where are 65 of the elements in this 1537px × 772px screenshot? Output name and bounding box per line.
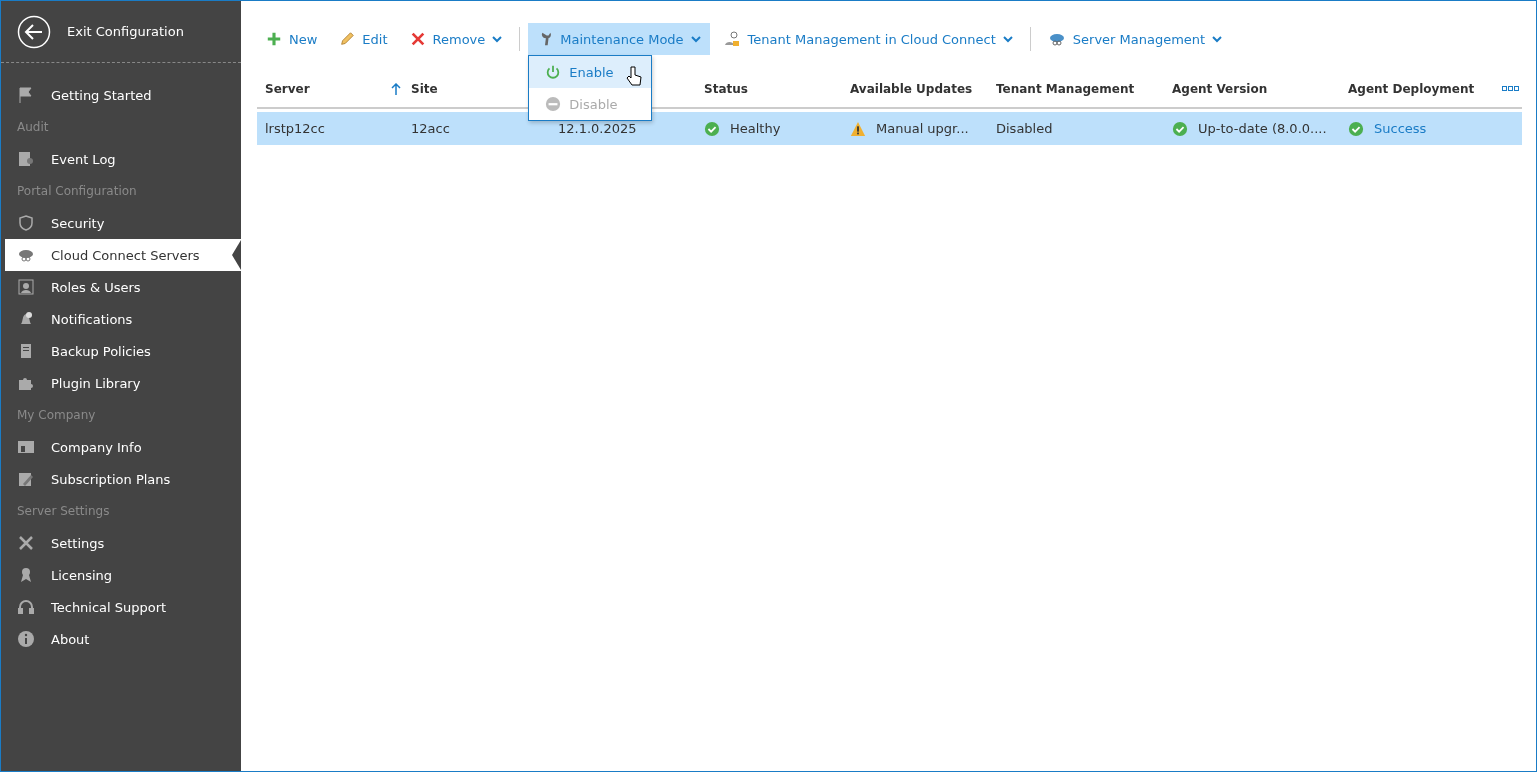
sidebar-item[interactable]: Company Info	[1, 431, 241, 463]
sidebar-item[interactable]: Event Log	[1, 143, 241, 175]
toolbar-button[interactable]: Edit	[330, 23, 397, 55]
minus-circle-icon	[545, 96, 562, 112]
menu-item[interactable]: Enable	[529, 56, 652, 88]
sidebar-item[interactable]: Getting Started	[1, 79, 241, 111]
sidebar-section-heading: Audit	[16, 119, 50, 136]
caret-icon	[492, 35, 503, 43]
pointer-notch-icon	[232, 240, 241, 270]
check-circle-icon	[704, 120, 720, 137]
sort-arrow-icon	[391, 83, 401, 95]
column-header[interactable]: Agent Deployment	[1340, 71, 1522, 107]
toolbar-button[interactable]: Server Management	[1038, 23, 1232, 55]
sidebar-section-heading: Portal Configuration	[16, 183, 138, 200]
warning-icon	[850, 120, 866, 137]
power-icon	[545, 64, 562, 80]
sidebar-section-heading: My Company	[16, 407, 97, 424]
check-circle-icon	[1172, 120, 1188, 137]
column-header[interactable]: Available Updates	[842, 71, 988, 107]
column-header[interactable]: Server	[257, 71, 403, 107]
sidebar-item[interactable]: Licensing	[1, 559, 241, 591]
sidebar-item[interactable]: Security	[1, 207, 241, 239]
table-cell: lrstp12cc	[265, 121, 325, 136]
sidebar-item[interactable]: Technical Support	[1, 591, 241, 623]
table-cell: Healthy	[730, 121, 781, 136]
pencil-icon	[339, 31, 356, 47]
caret-icon	[1212, 35, 1223, 43]
check-circle-icon	[1348, 120, 1364, 137]
user-icon	[17, 278, 35, 296]
pencil-doc-icon	[17, 470, 35, 488]
flag-icon	[17, 86, 35, 104]
hand-cursor-icon	[625, 66, 642, 88]
tools-icon	[17, 534, 35, 552]
column-header[interactable]: Agent Version	[1164, 71, 1340, 107]
exit-configuration-link[interactable]: Exit Configuration	[67, 24, 184, 39]
toolbar-button[interactable]: New	[257, 23, 327, 55]
close-icon	[409, 31, 426, 47]
table-cell: 12acc	[411, 121, 450, 136]
column-header[interactable]: Status	[696, 71, 842, 107]
table-cell: Disabled	[996, 121, 1053, 136]
sidebar-item[interactable]: Settings	[1, 527, 241, 559]
toolbar-button[interactable]: Tenant Management in Cloud Connect	[713, 23, 1022, 55]
sidebar-section-heading: Server Settings	[16, 503, 111, 520]
column-chooser-icon[interactable]	[1502, 86, 1520, 92]
sidebar-item[interactable]: Backup Policies	[1, 335, 241, 367]
plus-icon	[266, 31, 282, 47]
table-cell: Up-to-date (8.0.0....	[1198, 121, 1327, 136]
info-icon	[17, 630, 35, 648]
table-cell: 12.1.0.2025	[558, 121, 637, 136]
toolbar-button[interactable]: Remove	[400, 23, 512, 55]
sidebar-item[interactable]: Roles & Users	[1, 271, 241, 303]
caret-icon	[690, 35, 701, 43]
sidebar-item[interactable]: About	[1, 623, 241, 655]
table-cell: Manual upgr...	[876, 121, 969, 136]
table-row[interactable]: lrstp12cc 12acc 12.1.0.2025 Healthy Manual upgr... Disabled Up-to-date (8.0.0.... Success	[257, 112, 1522, 145]
caret-icon	[1002, 35, 1013, 43]
sidebar-item[interactable]: Notifications	[1, 303, 241, 335]
headset-icon	[17, 598, 35, 616]
column-header[interactable]: Tenant Management	[988, 71, 1164, 107]
shield-icon	[17, 214, 35, 232]
sidebar-item[interactable]: Subscription Plans	[1, 463, 241, 495]
sidebar-item[interactable]: Plugin Library	[1, 367, 241, 399]
sidebar-item[interactable]: Cloud Connect Servers	[5, 239, 241, 271]
users-lock-icon	[722, 30, 741, 48]
building-icon	[17, 438, 35, 456]
